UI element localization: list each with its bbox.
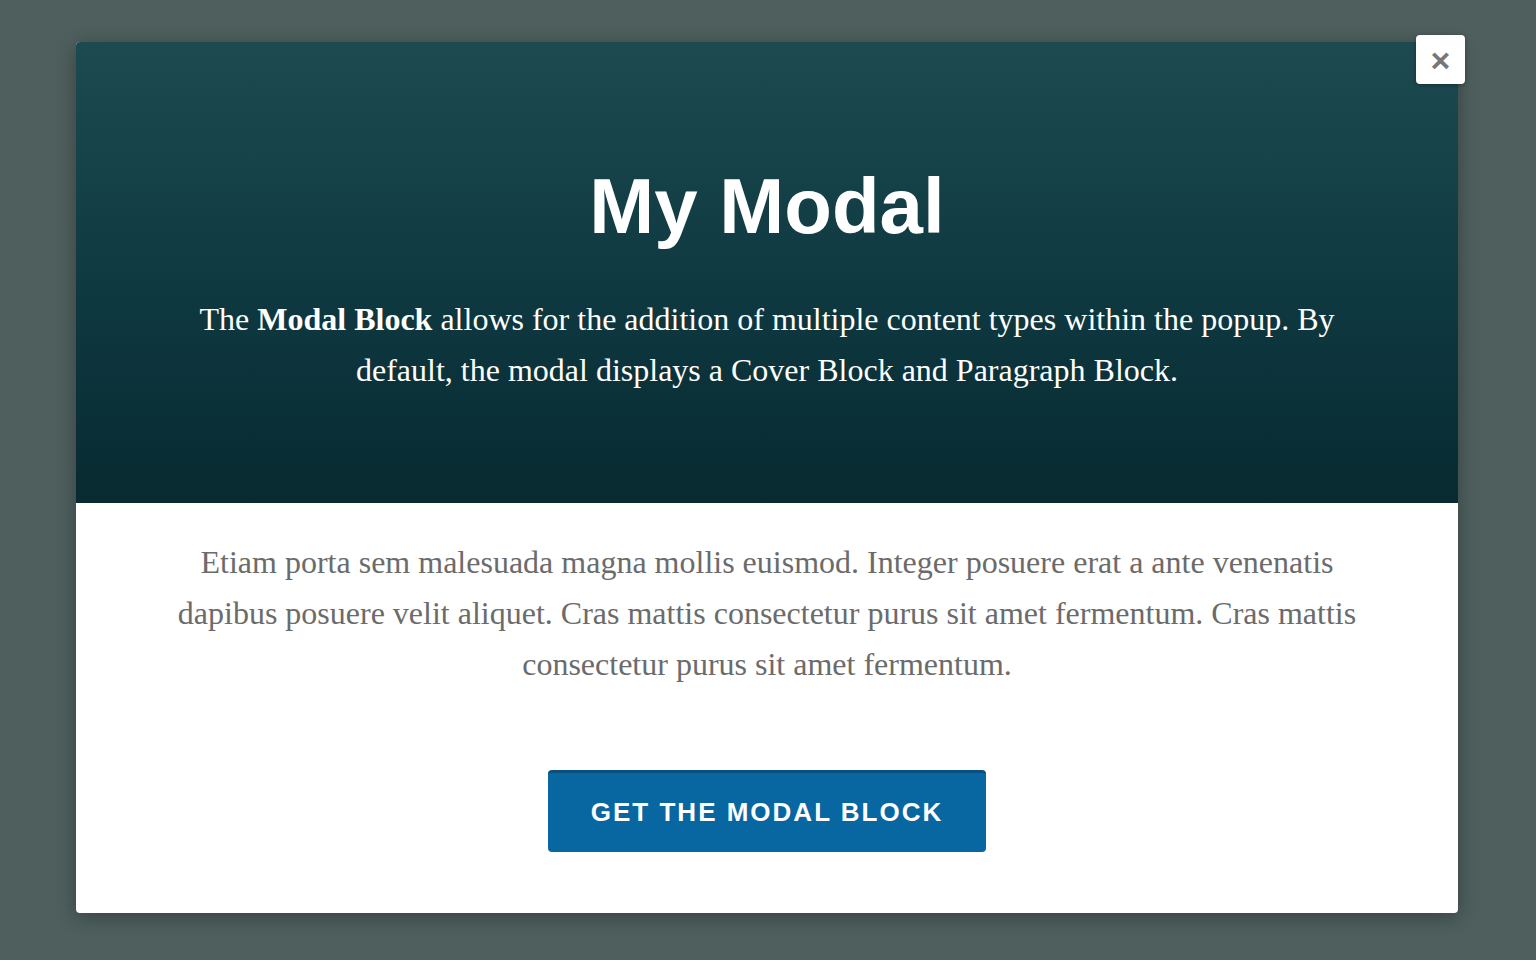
modal-content: Etiam porta sem malesuada magna mollis e… <box>76 503 1458 913</box>
modal-title: My Modal <box>589 160 944 254</box>
cover-text: The Modal Block allows for the addition … <box>176 294 1358 396</box>
get-block-button[interactable]: GET THE MODAL BLOCK <box>548 770 986 852</box>
modal: × My Modal The Modal Block allows for th… <box>76 42 1458 913</box>
close-button[interactable]: × <box>1416 35 1465 84</box>
body-text: Etiam porta sem malesuada magna mollis e… <box>166 537 1368 690</box>
cover-text-segment: Modal Block <box>257 301 432 337</box>
cover-block: My Modal The Modal Block allows for the … <box>76 42 1458 503</box>
cover-text-segment: allows for the addition of multiple cont… <box>356 301 1335 388</box>
cover-text-segment: The <box>200 301 258 337</box>
